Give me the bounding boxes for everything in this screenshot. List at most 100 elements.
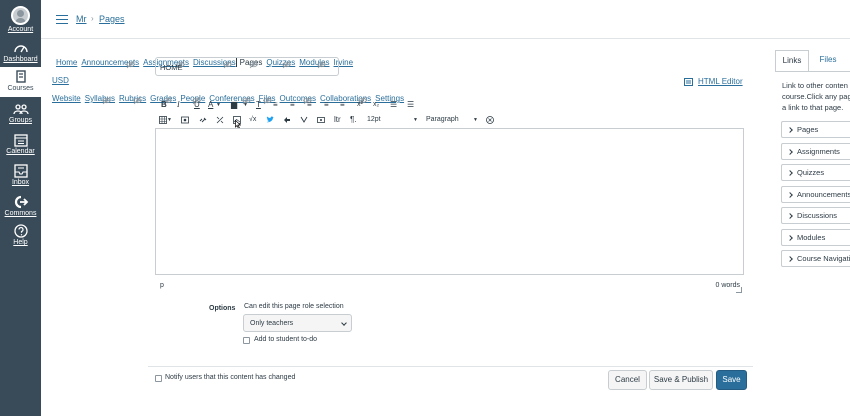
font-size-select[interactable]: 12pt xyxy=(367,115,381,125)
global-nav: Account Dashboard Courses Groups Calenda… xyxy=(0,0,41,416)
edit-role-description: Can edit this page role selection xyxy=(244,303,344,310)
eye-slash-icon xyxy=(133,96,143,105)
word-count: 0 words xyxy=(715,282,740,289)
indent-button[interactable]: ≡ xyxy=(340,100,345,110)
align-left-button[interactable]: ≡ xyxy=(273,100,278,110)
font-size-dropdown-icon[interactable]: ▼ xyxy=(413,115,418,125)
footer-divider xyxy=(148,366,753,367)
courses-icon xyxy=(15,70,26,83)
embed-icon[interactable] xyxy=(283,116,291,124)
save-button[interactable]: Save xyxy=(716,370,747,390)
global-nav-dashboard[interactable]: Dashboard xyxy=(0,41,41,63)
block-format-select[interactable]: Paragraph xyxy=(426,115,459,125)
tab-divider xyxy=(775,71,850,72)
sidebar-section-course-navigation[interactable]: Course Navigation xyxy=(781,250,850,267)
calendar-icon xyxy=(13,134,28,147)
sidebar-description-line-3: a link to that page. xyxy=(782,103,844,112)
global-nav-dashboard-label: Dashboard xyxy=(3,56,38,63)
record-icon[interactable] xyxy=(317,116,325,124)
tab-files[interactable]: Files xyxy=(812,50,844,72)
clear-formatting-button[interactable]: T xyxy=(256,100,261,110)
options-label: Options xyxy=(209,305,236,312)
breadcrumb-separator: › xyxy=(91,14,94,23)
page-title-input[interactable]: HOME xyxy=(155,57,339,76)
equation-button[interactable]: √x xyxy=(249,115,256,125)
top-bar: Mr › Pages xyxy=(41,0,850,39)
breadcrumb-pages[interactable]: Pages xyxy=(99,14,125,24)
sidebar-description-line-1: Link to other conten xyxy=(782,81,848,90)
global-nav-commons[interactable]: Commons xyxy=(0,195,41,217)
global-nav-calendar[interactable]: Calendar xyxy=(0,133,41,155)
sidebar-section-modules[interactable]: Modules xyxy=(781,228,850,246)
student-todo-checkbox[interactable] xyxy=(243,337,250,344)
student-todo-label: Add to student to-do xyxy=(254,336,318,343)
html-editor-icon xyxy=(684,78,693,86)
avatar xyxy=(11,6,30,25)
table-dropdown-icon[interactable]: ▼ xyxy=(167,115,172,125)
outdent-button[interactable]: ≡ xyxy=(324,100,329,110)
ltr-button[interactable]: ltr xyxy=(334,115,341,125)
course-nav-item-announcements[interactable]: Announcements xyxy=(77,58,139,69)
align-center-button[interactable]: ≡ xyxy=(290,100,295,110)
global-nav-account[interactable]: Account xyxy=(0,6,41,33)
twitter-icon[interactable] xyxy=(266,116,274,124)
editor-status-path[interactable]: p xyxy=(160,282,164,289)
resize-handle-icon[interactable] xyxy=(736,287,742,293)
sidebar-section-announcements[interactable]: Announcements xyxy=(781,185,850,203)
eye-slash-icon xyxy=(262,96,272,105)
notify-users-checkbox[interactable] xyxy=(155,375,162,382)
link-icon[interactable] xyxy=(199,116,207,124)
course-nav-item-home[interactable]: Home xyxy=(52,58,77,67)
hamburger-icon[interactable] xyxy=(56,15,68,24)
notify-users-label: Notify users that this content has chang… xyxy=(165,374,296,381)
edit-role-select[interactable]: Only teachers xyxy=(243,314,352,332)
course-nav-item-people[interactable]: People xyxy=(176,94,205,105)
italic-button[interactable]: I xyxy=(177,100,180,110)
breadcrumb-course[interactable]: Mr xyxy=(76,14,87,24)
global-nav-inbox[interactable]: Inbox xyxy=(0,164,41,186)
sidebar-section-pages[interactable]: Pages xyxy=(781,121,850,138)
unlink-icon[interactable] xyxy=(216,116,224,124)
global-nav-groups[interactable]: Groups xyxy=(0,102,41,124)
rtl-button[interactable]: ¶. xyxy=(350,115,357,125)
help-icon xyxy=(13,224,28,238)
sidebar-section-assignments[interactable]: Assignments xyxy=(781,142,850,160)
global-nav-commons-label: Commons xyxy=(4,210,37,217)
groups-icon xyxy=(12,104,29,115)
dashboard-icon xyxy=(13,45,28,53)
subscript-button[interactable]: x₂ xyxy=(373,100,379,110)
align-right-button[interactable]: ≡ xyxy=(307,100,312,110)
underline-button[interactable]: U xyxy=(194,100,200,110)
youtube-icon[interactable] xyxy=(300,116,308,124)
bullet-list-button[interactable]: ☰ xyxy=(390,100,397,110)
course-nav-item-rubrics[interactable]: Rubrics xyxy=(115,94,146,105)
rich-content-editor[interactable] xyxy=(155,128,744,275)
bold-button[interactable]: B xyxy=(161,100,167,110)
inbox-icon xyxy=(13,164,28,178)
save-publish-button[interactable]: Save & Publish xyxy=(649,370,713,390)
course-nav-item-syllabus[interactable]: Syllabus xyxy=(81,94,115,105)
text-color-button[interactable]: A xyxy=(208,100,213,110)
tab-links[interactable]: Links xyxy=(775,50,809,72)
block-format-dropdown-icon[interactable]: ▼ xyxy=(473,115,478,125)
sidebar-section-discussions[interactable]: Discussions xyxy=(781,207,850,224)
table-icon[interactable] xyxy=(159,116,167,124)
sidebar-section-quizzes[interactable]: Quizzes xyxy=(781,164,850,181)
global-nav-courses-label: Courses xyxy=(7,85,34,92)
course-nav-label: Home xyxy=(56,58,78,67)
media-icon[interactable] xyxy=(181,116,189,124)
background-color-dropdown-icon[interactable]: ▼ xyxy=(243,100,248,110)
html-editor-link[interactable]: HTML Editor xyxy=(684,77,743,86)
cancel-button[interactable]: Cancel xyxy=(608,370,647,390)
accessibility-icon[interactable] xyxy=(486,116,494,124)
sidebar-description: Link to other conten course.Click any pa… xyxy=(782,80,850,113)
text-color-dropdown-icon[interactable]: ▼ xyxy=(216,100,221,110)
numbered-list-button[interactable]: ☰ xyxy=(407,100,414,110)
global-nav-help[interactable]: Help xyxy=(0,224,41,246)
background-color-button[interactable]: ▆ xyxy=(231,100,237,110)
commons-icon xyxy=(14,195,28,209)
eye-slash-icon xyxy=(126,60,136,69)
global-nav-courses[interactable]: Courses xyxy=(0,67,41,97)
global-nav-help-label: Help xyxy=(13,239,28,246)
superscript-button[interactable]: x² xyxy=(357,100,363,110)
